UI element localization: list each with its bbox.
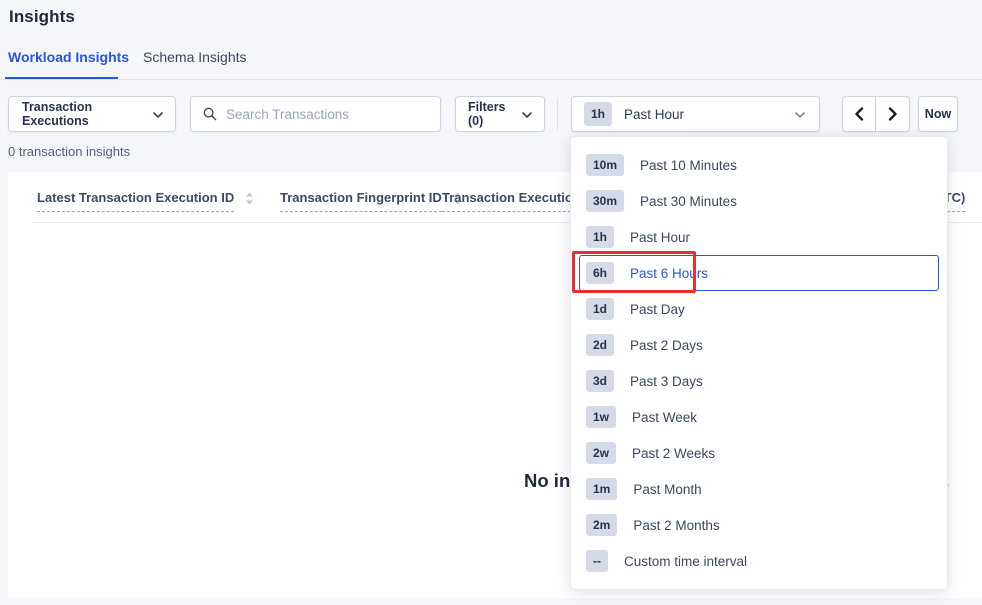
column-header-transaction-fingerprint-id[interactable]: Transaction Fingerprint ID [280,190,442,212]
chevron-left-icon [854,107,864,121]
time-option-label: Past 3 Days [630,374,703,389]
search-box[interactable] [190,96,441,132]
sort-icon[interactable] [245,191,254,206]
tab-workload-insights[interactable]: Workload Insights [8,49,129,65]
time-option-3d[interactable]: 3d Past 3 Days [579,363,939,399]
tab-schema-insights[interactable]: Schema Insights [143,49,247,65]
previous-interval-button[interactable] [843,97,876,131]
time-option-label: Past 6 Hours [630,266,708,281]
time-option-badge: 2d [586,334,614,356]
time-option-1d[interactable]: 1d Past Day [579,291,939,327]
time-option-label: Past 2 Days [630,338,703,353]
chevron-down-icon [153,107,163,121]
time-option-badge: 1d [586,298,614,320]
now-button[interactable]: Now [918,96,958,132]
time-option-6h[interactable]: 6h Past 6 Hours [579,255,939,291]
chevron-down-icon [522,107,532,121]
time-option-badge: 1m [586,478,617,500]
time-range-arrows [842,96,910,132]
time-option-1m[interactable]: 1m Past Month [579,471,939,507]
time-option-badge: 30m [586,190,624,212]
search-icon [203,107,217,121]
time-option-badge: 3d [586,370,614,392]
chevron-down-icon [795,107,805,121]
insight-type-label: Transaction Executions [22,100,153,128]
time-option-1h[interactable]: 1h Past Hour [579,219,939,255]
column-header-transaction-execution[interactable]: Transaction Execution [442,190,581,212]
time-interval-badge: 1h [584,102,612,126]
time-option-10m[interactable]: 10m Past 10 Minutes [579,147,939,183]
time-interval-label: Past Hour [624,107,684,122]
time-option-badge: 1h [586,226,614,248]
time-option-2d[interactable]: 2d Past 2 Days [579,327,939,363]
time-option-badge: 6h [586,262,614,284]
time-option-badge: 10m [586,154,624,176]
filters-button[interactable]: Filters (0) [455,96,545,132]
chevron-right-icon [888,107,898,121]
time-option-custom[interactable]: -- Custom time interval [579,543,939,579]
next-interval-button[interactable] [876,97,909,131]
time-option-30m[interactable]: 30m Past 30 Minutes [579,183,939,219]
filters-label: Filters (0) [468,100,522,128]
time-option-1w[interactable]: 1w Past Week [579,399,939,435]
time-interval-menu: 10m Past 10 Minutes 30m Past 30 Minutes 1h Pa… [570,136,948,590]
time-option-badge: -- [586,550,608,572]
time-option-badge: 2m [586,514,617,536]
time-option-badge: 1w [586,406,616,428]
tabs-divider [0,79,982,80]
time-option-label: Past 30 Minutes [640,194,737,209]
time-option-label: Past Month [633,482,701,497]
insights-page: { "page": { "title": "Insights" }, "tabs… [0,0,982,605]
insight-type-dropdown[interactable]: Transaction Executions [8,96,176,132]
column-header-latest-transaction-execution-id[interactable]: Latest Transaction Execution ID [37,190,234,212]
time-option-label: Past Hour [630,230,690,245]
insights-count: 0 transaction insights [8,144,130,159]
page-title: Insights [9,7,75,27]
time-option-2w[interactable]: 2w Past 2 Weeks [579,435,939,471]
time-interval-selector[interactable]: 1h Past Hour [571,96,820,132]
time-option-label: Past Day [630,302,685,317]
time-option-label: Past Week [632,410,697,425]
time-option-badge: 2w [586,442,616,464]
time-option-label: Past 2 Months [633,518,719,533]
time-option-label: Past 2 Weeks [632,446,715,461]
time-option-label: Custom time interval [624,554,747,569]
search-input[interactable] [226,107,430,122]
time-option-label: Past 10 Minutes [640,158,737,173]
time-option-2m[interactable]: 2m Past 2 Months [579,507,939,543]
toolbar-divider [557,98,558,130]
